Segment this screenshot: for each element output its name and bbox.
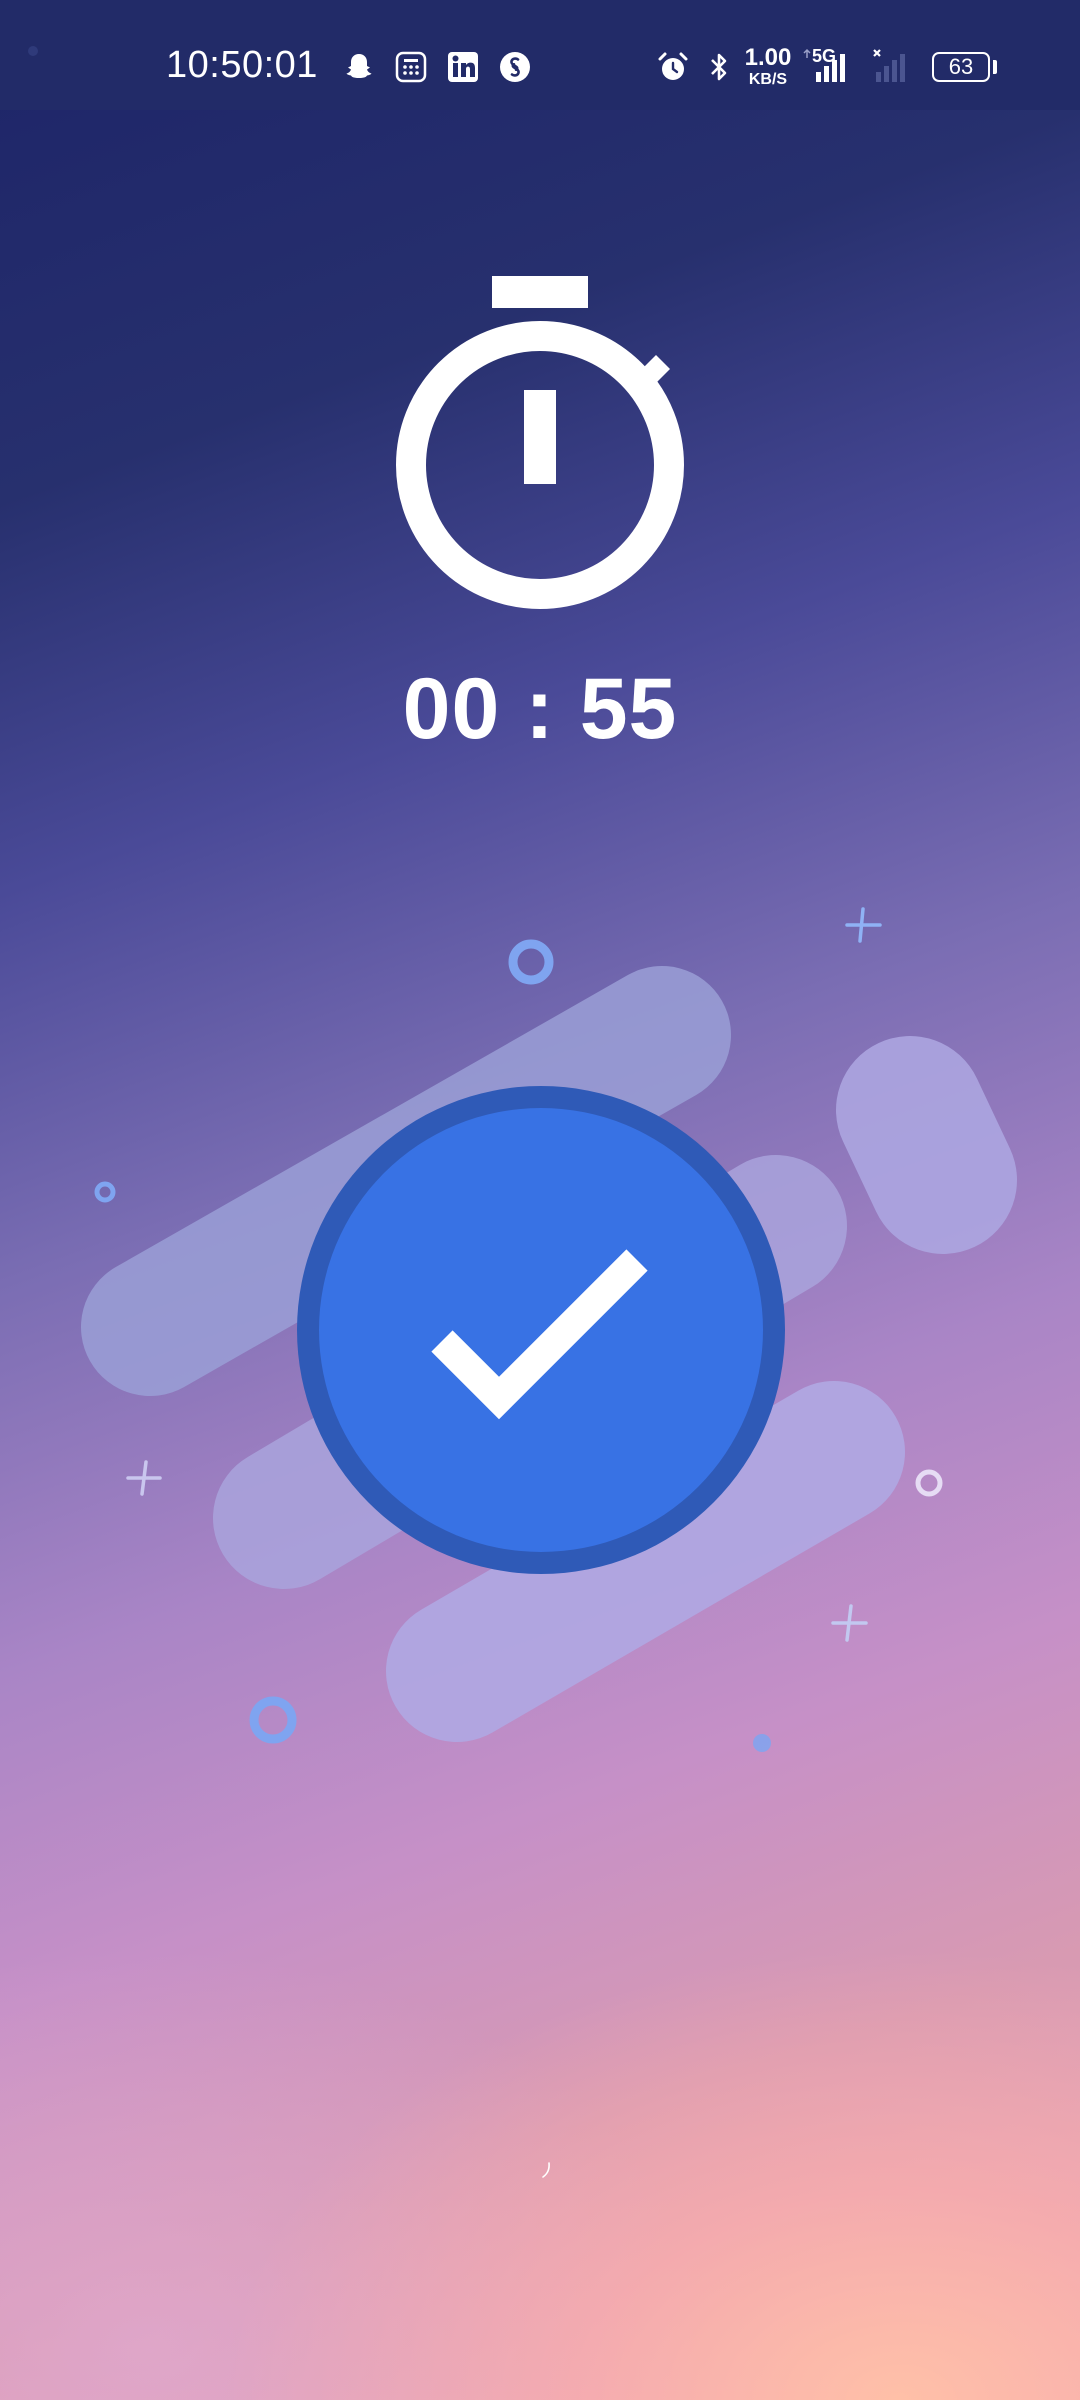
decorative-dot [753, 1734, 771, 1752]
decorative-ring [915, 1469, 943, 1497]
timer-readout: 00 : 55 [402, 661, 678, 757]
network-speed-value: 1.00 [744, 44, 792, 71]
snapchat-icon [342, 50, 376, 84]
signal-icon: 5G [802, 46, 862, 86]
linkedin-icon [446, 50, 480, 84]
stopwatch-icon [396, 276, 684, 609]
decorative-ring [94, 1181, 116, 1203]
decorative-cross [845, 907, 882, 943]
alarm-icon [656, 50, 690, 84]
success-badge-fill [319, 1108, 763, 1552]
signal-2-icon [872, 46, 922, 86]
status-bar: 10:50:01 1.00 KB/S 5G 63 [0, 0, 1080, 110]
battery-tip [993, 60, 997, 74]
decorative-cross [126, 1460, 162, 1496]
network-speed: 1.00 KB/S [740, 46, 796, 88]
shazam-icon [498, 50, 532, 84]
bluetooth-icon [702, 50, 736, 84]
battery-indicator: 63 [932, 52, 990, 82]
network-speed-unit: KB/S [748, 71, 788, 88]
decorative-ring [249, 1696, 297, 1744]
decorative-cross [831, 1604, 868, 1642]
status-time: 10:50:01 [166, 44, 318, 86]
decorative-ring [508, 939, 554, 985]
decorative-pill [836, 1036, 1017, 1254]
home-indicator [542, 2162, 550, 2178]
calculator-icon [394, 50, 428, 84]
status-dot [28, 46, 38, 56]
success-badge [297, 1086, 785, 1574]
